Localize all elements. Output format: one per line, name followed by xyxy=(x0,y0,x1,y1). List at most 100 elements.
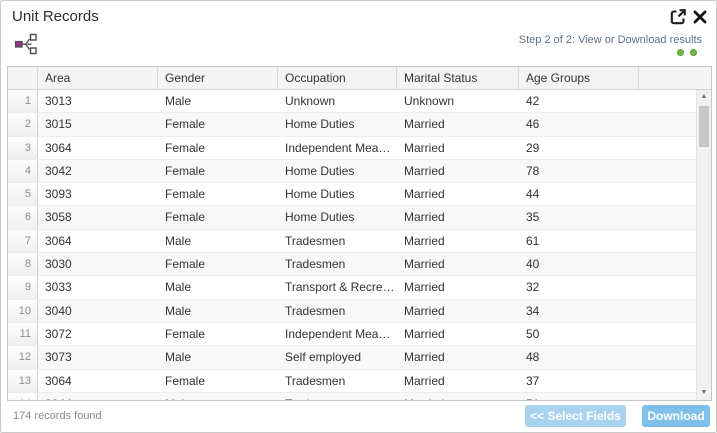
cell-area: 3030 xyxy=(38,253,158,275)
cell-area: 3064 xyxy=(38,137,158,159)
cell-age-groups: 40 xyxy=(519,253,639,275)
vertical-scrollbar[interactable]: ▲ ▼ xyxy=(696,90,711,400)
cell-area: 3044 xyxy=(38,393,158,400)
row-number: 7 xyxy=(8,230,38,252)
select-fields-button[interactable]: << Select Fields xyxy=(525,405,626,427)
cell-gender: Female xyxy=(158,323,278,345)
cell-occupation: Tradesmen xyxy=(278,230,397,252)
row-number: 8 xyxy=(8,253,38,275)
cell-age-groups: 37 xyxy=(519,370,639,392)
cell-occupation: Tradesmen xyxy=(278,300,397,322)
cell-occupation: Home Duties xyxy=(278,206,397,228)
table-row[interactable]: 83030FemaleTradesmenMarried40 xyxy=(8,253,711,276)
field-tree-button[interactable] xyxy=(14,33,38,55)
cell-age-groups: 42 xyxy=(519,90,639,112)
cell-age-groups: 61 xyxy=(519,230,639,252)
row-number: 4 xyxy=(8,160,38,182)
cell-area: 3013 xyxy=(38,90,158,112)
cell-marital-status: Married xyxy=(397,370,519,392)
cell-gender: Male xyxy=(158,346,278,368)
cell-marital-status: Married xyxy=(397,276,519,298)
cell-area: 3033 xyxy=(38,276,158,298)
table-row[interactable]: 23015FemaleHome DutiesMarried46 xyxy=(8,113,711,136)
column-header-gender[interactable]: Gender xyxy=(158,67,278,89)
table-row[interactable]: 13013MaleUnknownUnknown42 xyxy=(8,90,711,113)
cell-marital-status: Married xyxy=(397,230,519,252)
open-in-new-window-button[interactable] xyxy=(669,8,687,26)
table-row[interactable]: 133064FemaleTradesmenMarried37 xyxy=(8,370,711,393)
cell-occupation: Tradesmen xyxy=(278,253,397,275)
table-row[interactable]: 93033MaleTransport & Recreat...Married32 xyxy=(8,276,711,299)
table-row[interactable]: 113072FemaleIndependent Means...Married5… xyxy=(8,323,711,346)
download-button[interactable]: Download xyxy=(642,405,710,427)
cell-area: 3073 xyxy=(38,346,158,368)
cell-marital-status: Married xyxy=(397,206,519,228)
cell-marital-status: Married xyxy=(397,183,519,205)
cell-occupation: Home Duties xyxy=(278,113,397,135)
cell-age-groups: 35 xyxy=(519,206,639,228)
table-row[interactable]: 63058FemaleHome DutiesMarried35 xyxy=(8,206,711,229)
row-number: 10 xyxy=(8,300,38,322)
scroll-down-icon[interactable]: ▼ xyxy=(697,387,711,399)
cell-gender: Male xyxy=(158,90,278,112)
table-row[interactable]: 103040MaleTradesmenMarried34 xyxy=(8,300,711,323)
cell-gender: Male xyxy=(158,300,278,322)
column-header-age-groups[interactable]: Age Groups xyxy=(519,67,639,89)
cell-gender: Male xyxy=(158,276,278,298)
progress-dot xyxy=(677,49,684,56)
table-row[interactable]: 33064FemaleIndependent Means...Married29 xyxy=(8,137,711,160)
cell-gender: Female xyxy=(158,137,278,159)
cell-marital-status: Married xyxy=(397,253,519,275)
column-header-marital-status[interactable]: Marital Status xyxy=(397,67,519,89)
scrollbar-thumb[interactable] xyxy=(699,106,709,147)
column-header-area[interactable]: Area xyxy=(38,67,158,89)
close-button[interactable] xyxy=(692,9,710,27)
cell-occupation: Tradesmen xyxy=(278,393,397,400)
cell-occupation: Home Duties xyxy=(278,160,397,182)
cell-age-groups: 50 xyxy=(519,323,639,345)
row-number: 2 xyxy=(8,113,38,135)
table-row[interactable]: 43042FemaleHome DutiesMarried78 xyxy=(8,160,711,183)
cell-marital-status: Married xyxy=(397,113,519,135)
cell-area: 3015 xyxy=(38,113,158,135)
cell-gender: Female xyxy=(158,206,278,228)
progress-dots xyxy=(677,49,697,56)
cell-area: 3072 xyxy=(38,323,158,345)
cell-occupation: Home Duties xyxy=(278,183,397,205)
cell-gender: Female xyxy=(158,160,278,182)
scroll-up-icon[interactable]: ▲ xyxy=(697,91,711,103)
cell-gender: Male xyxy=(158,393,278,400)
row-number: 6 xyxy=(8,206,38,228)
cell-occupation: Transport & Recreat... xyxy=(278,276,397,298)
row-number: 14 xyxy=(8,393,38,400)
table-row[interactable]: 143044MaleTradesmenMarried51 xyxy=(8,393,711,400)
column-header-occupation[interactable]: Occupation xyxy=(278,67,397,89)
row-number: 5 xyxy=(8,183,38,205)
cell-marital-status: Married xyxy=(397,323,519,345)
row-number: 1 xyxy=(8,90,38,112)
cell-age-groups: 46 xyxy=(519,113,639,135)
field-tree-icon xyxy=(14,42,38,59)
row-number: 9 xyxy=(8,276,38,298)
cell-age-groups: 78 xyxy=(519,160,639,182)
cell-age-groups: 34 xyxy=(519,300,639,322)
cell-gender: Female xyxy=(158,253,278,275)
table-row[interactable]: 123073MaleSelf employedMarried48 xyxy=(8,346,711,369)
page-title: Unit Records xyxy=(12,8,99,25)
cell-gender: Female xyxy=(158,370,278,392)
cell-gender: Male xyxy=(158,230,278,252)
cell-area: 3042 xyxy=(38,160,158,182)
cell-marital-status: Married xyxy=(397,346,519,368)
row-number: 13 xyxy=(8,370,38,392)
results-grid: AreaGenderOccupationMarital StatusAge Gr… xyxy=(7,66,712,401)
row-number: 11 xyxy=(8,323,38,345)
column-header-filler xyxy=(639,67,711,89)
table-row[interactable]: 53093FemaleHome DutiesMarried44 xyxy=(8,183,711,206)
cell-age-groups: 32 xyxy=(519,276,639,298)
records-found-text: 174 records found xyxy=(13,410,102,422)
cell-marital-status: Married xyxy=(397,137,519,159)
cell-area: 3058 xyxy=(38,206,158,228)
table-row[interactable]: 73064MaleTradesmenMarried61 xyxy=(8,230,711,253)
cell-area: 3040 xyxy=(38,300,158,322)
step-indicator-text: Step 2 of 2: View or Download results xyxy=(519,34,702,46)
